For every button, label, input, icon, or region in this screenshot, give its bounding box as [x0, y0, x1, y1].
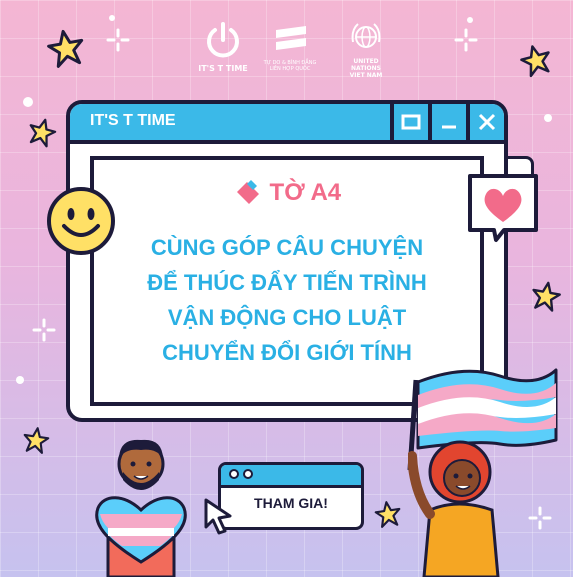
sparkle-icon	[32, 318, 56, 342]
sparkle-icon	[528, 506, 552, 530]
un-text-vietnam: VIET NAM	[349, 72, 383, 79]
window-title: IT'S T TIME	[90, 112, 176, 129]
headline-line-2: ĐỂ THÚC ĐẨY TIẾN TRÌNH	[147, 270, 427, 295]
tu-do-logo: TỰ DO & BÌNH ĐẲNG LIÊN HỢP QUỐC	[257, 20, 323, 72]
headline-line-1: CÙNG GÓP CÂU CHUYỆN	[150, 235, 424, 260]
maximize-icon	[401, 114, 421, 130]
star-icon	[373, 499, 403, 529]
headline-line-3: VẬN ĐỘNG CHO LUẬT	[167, 305, 407, 330]
smiley-icon	[47, 187, 115, 255]
brand-logo: TỜ A4	[94, 178, 480, 207]
its-t-time-logo-text: IT'S T TIME	[198, 64, 248, 73]
lien-hop-quoc-text: LIÊN HỢP QUỐC	[269, 66, 311, 72]
star-icon	[45, 27, 87, 69]
un-vietnam-logo: UNITED NATIONS VIET NAM	[341, 20, 391, 79]
equals-icon	[276, 26, 306, 50]
star-icon	[21, 425, 51, 455]
star-icon	[529, 279, 563, 313]
minimize-button[interactable]	[428, 104, 466, 140]
window-dot	[243, 469, 253, 479]
star-icon	[25, 115, 59, 149]
close-button[interactable]	[466, 104, 504, 140]
join-button[interactable]: THAM GIA!	[221, 495, 361, 511]
heart-bubble	[468, 174, 538, 242]
sparkle-icon	[106, 28, 130, 52]
maximize-button[interactable]	[390, 104, 428, 140]
partner-logos: IT'S T TIME TỰ DO & BÌNH ĐẲNG LIÊN HỢP Q…	[195, 20, 395, 82]
close-icon	[478, 113, 496, 131]
pencil-icon	[236, 180, 259, 204]
character-right	[408, 440, 500, 577]
minimize-icon	[442, 125, 456, 129]
un-emblem-icon	[351, 23, 381, 48]
cursor-icon	[204, 498, 232, 535]
poster-canvas: IT'S T TIME TỰ DO & BÌNH ĐẲNG LIÊN HỢP Q…	[0, 0, 573, 577]
star-icon	[517, 41, 555, 79]
join-window-titlebar	[221, 465, 361, 488]
window-dot	[229, 469, 239, 479]
power-icon	[207, 22, 239, 58]
headline: CÙNG GÓP CÂU CHUYỆN ĐỂ THÚC ĐẨY TIẾN TRÌ…	[94, 230, 480, 370]
character-left	[95, 439, 187, 577]
un-text-united: UNITED	[353, 58, 379, 65]
join-window[interactable]: THAM GIA!	[218, 462, 364, 530]
un-text-nations: NATIONS	[351, 65, 381, 72]
brand-name: TỜ A4	[269, 179, 342, 206]
its-t-time-logo: IT'S T TIME	[195, 20, 251, 73]
sparkle-icon	[454, 28, 478, 52]
window-titlebar: IT'S T TIME	[70, 104, 504, 144]
